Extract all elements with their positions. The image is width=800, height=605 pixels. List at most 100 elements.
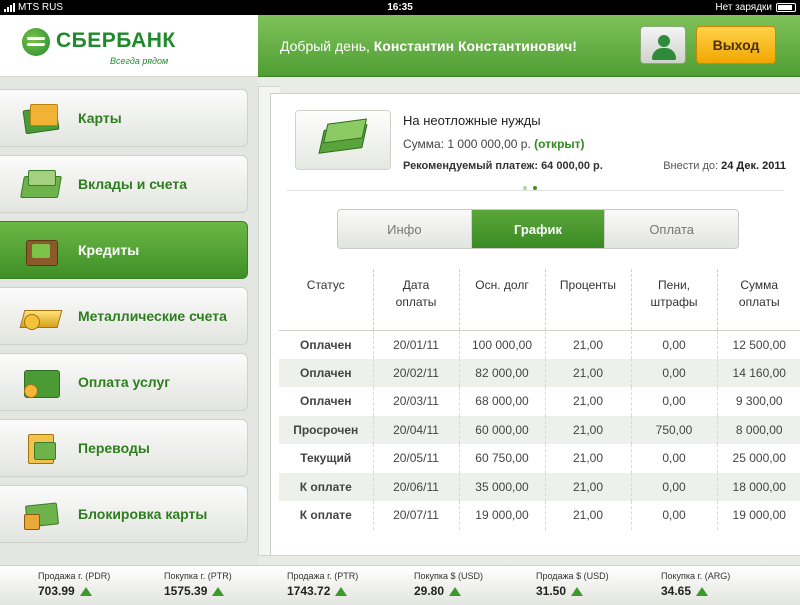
table-row[interactable]: К оплате 20/07/11 19 000,00 21,00 0,00 1… (279, 501, 800, 530)
page-dot[interactable] (523, 186, 527, 190)
clock: 16:35 (387, 2, 413, 13)
header-label: Статус (306, 278, 345, 292)
header-label: штрафы (650, 295, 698, 309)
sidebar-item-metal-accounts[interactable]: Металлические счета (0, 287, 248, 345)
due-value: 24 Дек. 2011 (721, 160, 786, 172)
sidebar-item-payments[interactable]: Оплата услуг (0, 353, 248, 411)
sidebar: Карты Вклады и счета Кредиты Металлическ… (0, 77, 258, 565)
table-row[interactable]: Оплачен 20/03/11 68 000,00 21,00 0,00 9 … (279, 387, 800, 416)
row-date: 20/02/11 (373, 358, 460, 387)
col-interest: Проценты (545, 269, 632, 331)
loan-image (295, 110, 391, 170)
table-row[interactable]: Оплачен 20/01/11 100 000,00 21,00 0,00 1… (279, 330, 800, 359)
row-status: Просрочен (279, 415, 374, 444)
due-label: Внести до: (663, 160, 719, 172)
page-indicator[interactable] (523, 186, 537, 190)
header-label: Осн. долг (475, 278, 529, 292)
table-row[interactable]: Текущий 20/05/11 60 750,00 21,00 0,00 25… (279, 444, 800, 473)
row-total: 19 000,00 (732, 508, 786, 523)
row-principal: 68 000,00 (459, 387, 546, 416)
row-status: Оплачен (279, 387, 374, 416)
page-dot-active[interactable] (533, 186, 537, 190)
ticker-label: Продажа $ (USD) (536, 571, 609, 581)
divider (287, 190, 784, 191)
cards-icon (22, 102, 60, 134)
table-row[interactable]: К оплате 20/06/11 35 000,00 21,00 0,00 1… (279, 472, 800, 501)
sidebar-item-card-block[interactable]: Блокировка карты (0, 485, 248, 543)
ticker-value-row: 1575.39 (164, 584, 232, 598)
ticker-value: 703.99 (38, 584, 75, 598)
row-principal: 35 000,00 (459, 472, 546, 501)
row-status: К оплате (279, 501, 374, 530)
header-bar: Добрый день, Константин Константинович! … (258, 15, 800, 77)
loan-detail-panel: На неотложные нужды Сумма: 1 000 000,00 … (270, 93, 800, 556)
payment-label: Рекомендуемый платеж: (403, 160, 538, 172)
table-row[interactable]: Просрочен 20/04/11 60 000,00 21,00 750,0… (279, 415, 800, 444)
sidebar-item-credits[interactable]: Кредиты (0, 221, 248, 279)
ticker-label: Покупка г. (PTR) (164, 571, 232, 581)
battery-indicator: Нет зарядки (715, 2, 796, 13)
greeting: Добрый день, Константин Константинович! (280, 38, 577, 54)
row-penalty: 0,00 (631, 387, 718, 416)
row-interest: 21,00 (545, 444, 632, 473)
table-row[interactable]: Оплачен 20/02/11 82 000,00 21,00 0,00 14… (279, 358, 800, 387)
ticker-item: Продажа г. (PDR) 703.99 (38, 571, 110, 598)
tab-schedule[interactable]: График (471, 210, 606, 248)
ticker-value-row: 703.99 (38, 584, 110, 598)
row-penalty: 750,00 (631, 415, 718, 444)
row-penalty: 0,00 (631, 472, 718, 501)
ticker-item: Покупка г. (PTR) 1575.39 (164, 571, 232, 598)
row-status: Оплачен (279, 358, 374, 387)
row-date: 20/07/11 (373, 501, 460, 530)
recommended-payment: Рекомендуемый платеж: 64 000,00 р. (403, 160, 603, 172)
ticker-item: Продажа г. (PTR) 1743.72 (287, 571, 358, 598)
user-icon (658, 35, 670, 47)
sidebar-item-transfers[interactable]: Переводы (0, 419, 248, 477)
row-principal: 60 000,00 (459, 415, 546, 444)
arrow-up-icon (571, 586, 584, 596)
card-lock-icon (22, 498, 60, 530)
tab-payment[interactable]: Оплата (605, 210, 738, 248)
logo-slogan: Всегда рядом (110, 56, 169, 66)
row-penalty: 0,00 (631, 330, 718, 359)
sidebar-item-label: Блокировка карты (78, 506, 208, 522)
row-principal: 60 750,00 (459, 444, 546, 473)
loan-status: (открыт) (534, 137, 585, 151)
transfer-icon (22, 432, 60, 464)
payment-schedule-table: Статус Дата оплаты Осн. долг Проценты Пен… (279, 269, 800, 530)
sidebar-item-cards[interactable]: Карты (0, 89, 248, 147)
sidebar-item-label: Оплата услуг (78, 374, 171, 390)
sidebar-item-label: Кредиты (78, 242, 140, 258)
arrow-up-icon (449, 586, 462, 596)
col-total: Сумма оплаты (717, 269, 800, 331)
col-penalty: Пени, штрафы (631, 269, 718, 331)
arrow-up-icon (335, 586, 348, 596)
gold-icon (22, 300, 60, 332)
logout-button[interactable]: Выход (696, 26, 776, 64)
row-interest: 21,00 (545, 415, 632, 444)
ticker-label: Продажа г. (PDR) (38, 571, 111, 581)
row-date: 20/06/11 (373, 472, 460, 501)
row-date: 20/01/11 (373, 330, 460, 359)
table-header-row: Статус Дата оплаты Осн. долг Проценты Пен… (279, 269, 800, 331)
arrow-up-icon (212, 586, 225, 596)
sidebar-item-deposits[interactable]: Вклады и счета (0, 155, 248, 213)
row-principal: 19 000,00 (459, 501, 546, 530)
row-total: 25 000,00 (732, 451, 786, 466)
loan-sum-value: 1 000 000,00 р. (447, 137, 531, 151)
row-interest: 21,00 (545, 330, 632, 359)
ticker-value-row: 1743.72 (287, 584, 358, 598)
loan-sum-label: Сумма: (403, 137, 445, 151)
user-icon-body (652, 48, 676, 60)
loan-tabs: Инфо График Оплата (337, 209, 739, 249)
ticker-item: Покупка $ (USD) 29.80 (414, 571, 483, 598)
sberbank-logo-icon (22, 28, 50, 56)
profile-button[interactable] (640, 26, 686, 64)
tab-info[interactable]: Инфо (338, 210, 472, 248)
row-total: 18 000,00 (717, 472, 800, 501)
row-penalty: 0,00 (631, 444, 718, 473)
col-date: Дата оплаты (373, 269, 460, 331)
row-status: Текущий (279, 444, 374, 473)
ticker-value-row: 29.80 (414, 584, 483, 598)
greeting-text: Добрый день, (280, 38, 370, 54)
